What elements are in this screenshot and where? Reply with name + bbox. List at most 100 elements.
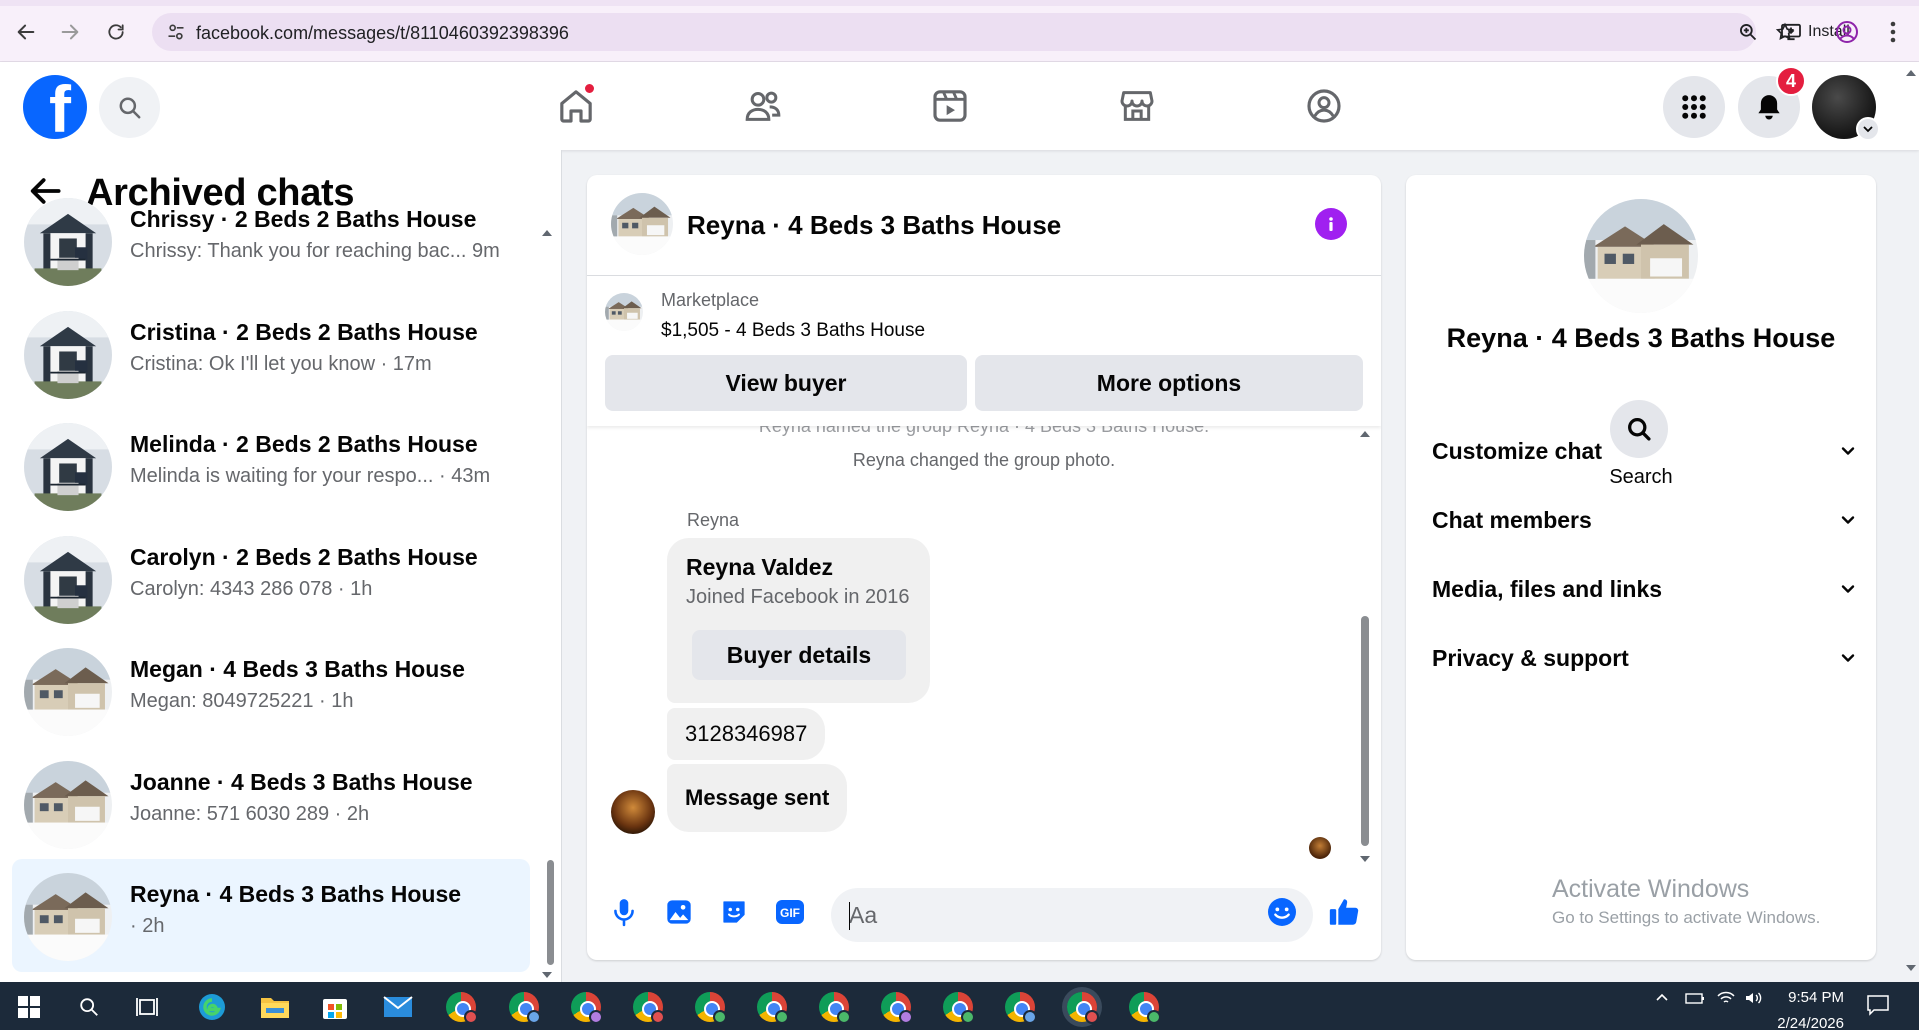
message-sender-name: Reyna — [687, 510, 740, 530]
facebook-search-button[interactable] — [99, 77, 160, 138]
voice-clip-icon[interactable] — [607, 895, 641, 929]
buyer-details-button[interactable]: Buyer details — [692, 630, 906, 680]
chat-item-reyna[interactable]: Reyna · 4 Beds 3 Baths House · 2h — [12, 859, 530, 972]
chat-name: Cristina · 2 Beds 2 Baths House — [130, 318, 478, 345]
chrome-taskbar-7[interactable] — [817, 990, 851, 1024]
task-view-icon[interactable] — [130, 990, 164, 1024]
nav-video[interactable] — [922, 80, 978, 132]
profile-icon[interactable] — [1833, 18, 1861, 46]
browser-menu-icon[interactable] — [1879, 18, 1907, 46]
site-settings-icon[interactable] — [166, 22, 186, 47]
battery-icon[interactable] — [1684, 990, 1706, 1010]
url-text[interactable]: facebook.com/messages/t/8110460392398396 — [196, 23, 569, 44]
forward-icon[interactable] — [52, 14, 88, 50]
chrome-taskbar-9[interactable] — [941, 990, 975, 1024]
taskbar-clock[interactable]: 9:54 PM 2/24/2026 — [1768, 989, 1844, 1030]
taskbar-search-icon[interactable] — [72, 990, 106, 1024]
chrome-taskbar-3[interactable] — [569, 990, 603, 1024]
microsoft-store-icon[interactable] — [318, 990, 352, 1024]
message-composer: GIF — [587, 866, 1381, 960]
scroll-up-icon[interactable] — [540, 228, 554, 238]
menu-grid-button[interactable] — [1663, 76, 1725, 138]
notification-center-icon[interactable] — [1866, 994, 1890, 1020]
tray-chevron-up-icon[interactable] — [1654, 990, 1670, 1010]
chevron-down-icon — [1841, 585, 1855, 593]
chat-preview: Carolyn: 4343 286 078 · 1h — [130, 577, 373, 600]
message-input[interactable] — [831, 888, 1313, 942]
conversation-info-icon[interactable] — [1315, 208, 1347, 240]
reload-icon[interactable] — [98, 14, 134, 50]
mail-icon[interactable] — [381, 990, 415, 1024]
nav-home[interactable] — [548, 80, 604, 132]
sidebar-scroll-thumb[interactable] — [547, 860, 554, 965]
chat-item-joanne[interactable]: Joanne · 4 Beds 3 Baths House Joanne: 57… — [12, 747, 530, 860]
chat-item-megan[interactable]: Megan · 4 Beds 3 Baths House Megan: 8049… — [12, 634, 530, 747]
edge-browser-icon[interactable] — [195, 990, 229, 1024]
attach-photo-icon[interactable] — [662, 895, 696, 929]
back-icon[interactable] — [8, 14, 44, 50]
view-buyer-button[interactable]: View buyer — [605, 355, 967, 411]
chrome-taskbar-11[interactable] — [1065, 990, 1099, 1024]
windows-taskbar: 9:54 PM 2/24/2026 — [0, 982, 1919, 1030]
media-files-links-row[interactable]: Media, files and links — [1432, 564, 1856, 614]
customize-chat-row[interactable]: Customize chat — [1432, 426, 1856, 476]
page-scroll-up-icon[interactable] — [1904, 68, 1918, 78]
nav-marketplace[interactable] — [1109, 80, 1165, 132]
listing-title[interactable]: $1,505 - 4 Beds 3 Baths House — [661, 320, 925, 342]
account-chevron-down-icon[interactable] — [1856, 117, 1880, 141]
chevron-down-icon — [1841, 516, 1855, 524]
chrome-taskbar-10[interactable] — [1003, 990, 1037, 1024]
gaming-icon — [1307, 89, 1341, 123]
message-bubble-phone[interactable]: 3128346987 — [667, 708, 826, 760]
emoji-icon[interactable] — [1265, 895, 1299, 929]
info-chat-name: Reyna · 4 Beds 3 Baths House — [1446, 323, 1836, 353]
chat-members-row[interactable]: Chat members — [1432, 495, 1856, 545]
wifi-icon[interactable] — [1716, 990, 1736, 1010]
listing-thumbnail[interactable] — [605, 293, 643, 331]
chat-item-chrissy[interactable]: Chrissy · 2 Beds 2 Baths House Chrissy: … — [12, 184, 530, 297]
nav-friends[interactable] — [735, 80, 791, 132]
chat-name: Reyna · 4 Beds 3 Baths House — [130, 881, 462, 907]
zoom-icon[interactable] — [1737, 21, 1759, 43]
conversation-avatar[interactable] — [611, 193, 673, 255]
facebook-logo[interactable]: f — [23, 75, 87, 139]
system-message-photo-changed: Reyna changed the group photo. — [852, 450, 1116, 470]
thread-scroll-down-icon[interactable] — [1358, 854, 1372, 864]
chat-avatar — [24, 873, 112, 961]
sender-avatar[interactable] — [611, 790, 655, 834]
chat-item-cristina[interactable]: Cristina · 2 Beds 2 Baths House Cristina… — [12, 297, 530, 410]
chat-item-carolyn[interactable]: Carolyn · 2 Beds 2 Baths House Carolyn: … — [12, 522, 530, 635]
buyer-name: Reyna Valdez — [686, 554, 834, 580]
chrome-taskbar-6[interactable] — [755, 990, 789, 1024]
chrome-taskbar-8[interactable] — [879, 990, 913, 1024]
thread-scroll-thumb[interactable] — [1361, 616, 1369, 846]
activate-windows-watermark: Activate Windows Go to Settings to activ… — [1552, 875, 1820, 928]
chrome-taskbar-12[interactable] — [1127, 990, 1161, 1024]
file-explorer-icon[interactable] — [258, 990, 292, 1024]
page-scroll-down-icon[interactable] — [1904, 963, 1918, 973]
privacy-support-row[interactable]: Privacy & support — [1432, 633, 1856, 683]
chat-item-melinda[interactable]: Melinda · 2 Beds 2 Baths House Melinda i… — [12, 409, 530, 522]
chrome-taskbar-1[interactable] — [444, 990, 478, 1024]
nav-gaming[interactable] — [1296, 80, 1352, 132]
chrome-taskbar-2[interactable] — [507, 990, 541, 1024]
bookmark-star-icon[interactable] — [1774, 21, 1796, 43]
chat-preview: Cristina: Ok I'll let you know · 17m — [130, 352, 432, 375]
chrome-taskbar-5[interactable] — [693, 990, 727, 1024]
chrome-taskbar-4[interactable] — [631, 990, 665, 1024]
chat-avatar — [24, 761, 112, 849]
address-bar[interactable]: facebook.com/messages/t/8110460392398396… — [152, 13, 1850, 51]
info-avatar[interactable] — [1584, 199, 1698, 313]
bell-icon — [1758, 95, 1780, 120]
gif-icon[interactable]: GIF — [773, 895, 807, 929]
system-message-group-named: Reyna named the group Reyna · 4 Beds 3 B… — [758, 426, 1210, 436]
conversation-title[interactable]: Reyna · 4 Beds 3 Baths House — [687, 210, 1061, 241]
thread-scroll-up-icon[interactable] — [1358, 429, 1372, 439]
sticker-icon[interactable] — [717, 895, 751, 929]
start-windows-icon[interactable] — [12, 990, 46, 1024]
thumbs-up-icon[interactable] — [1327, 895, 1361, 929]
scroll-down-icon[interactable] — [540, 970, 554, 980]
volume-icon[interactable] — [1744, 990, 1764, 1010]
message-bubble-sent[interactable]: Message sent — [667, 764, 848, 832]
more-options-button[interactable]: More options — [975, 355, 1363, 411]
